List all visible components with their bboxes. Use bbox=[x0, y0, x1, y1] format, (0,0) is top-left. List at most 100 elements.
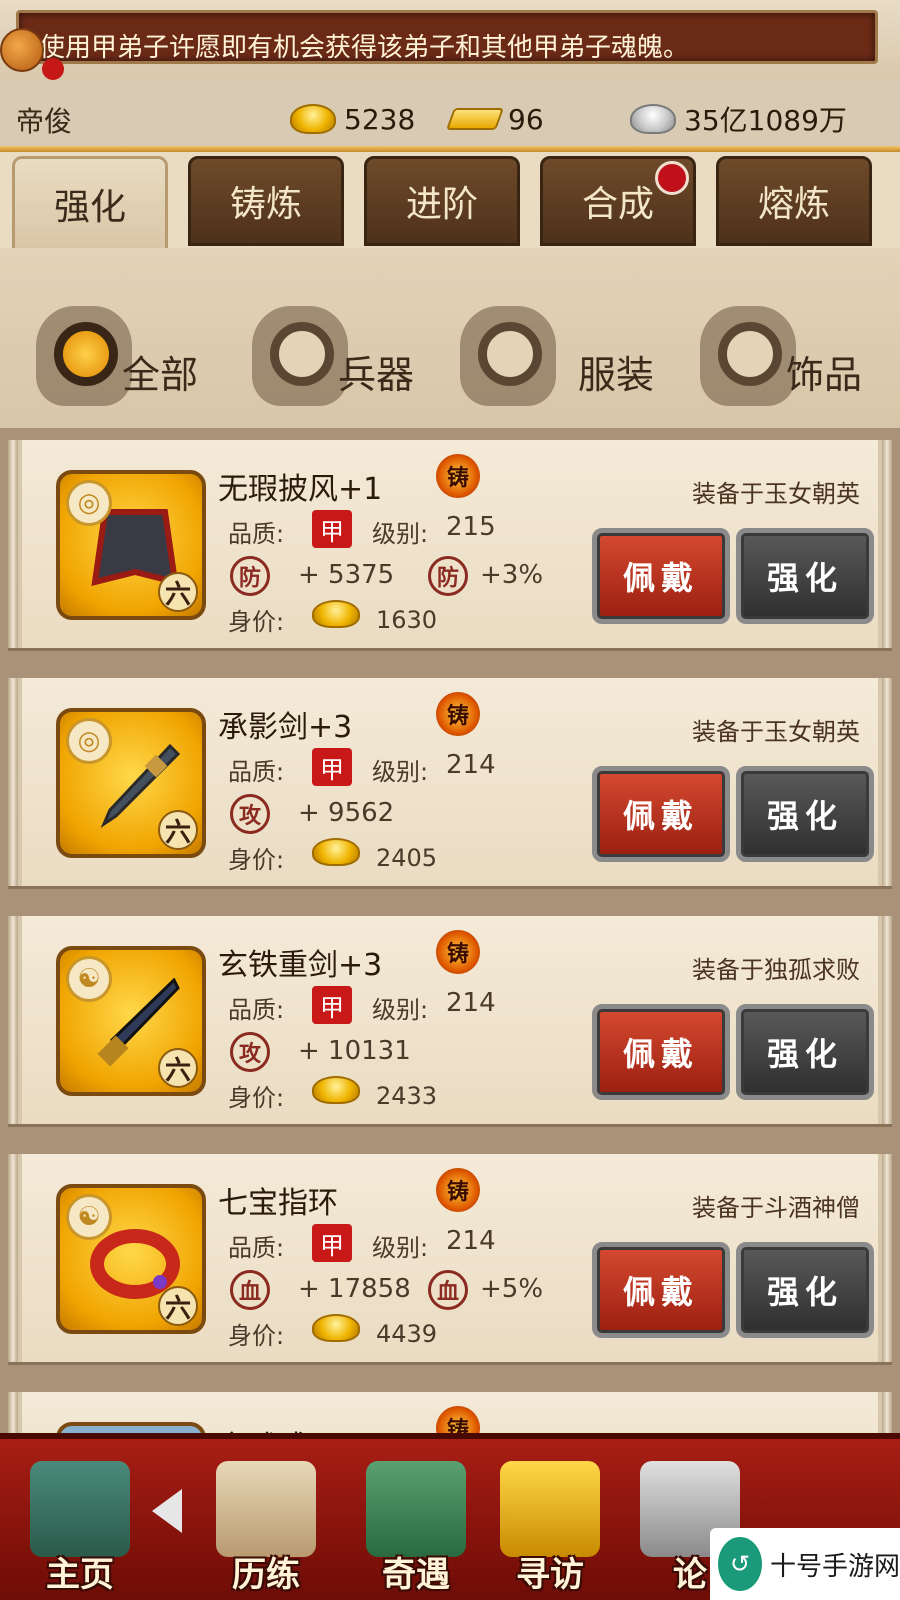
price-value: 1630 bbox=[376, 606, 438, 634]
equipment-card: ☯ 六 玄铁重剑+3 铸 装备于独孤求败 品质: 甲 级别: 214 攻 + 1… bbox=[8, 916, 892, 1124]
nav-label: 历练 bbox=[232, 1555, 300, 1595]
nav-label: 奇遇 bbox=[382, 1555, 450, 1595]
price-value: 2405 bbox=[376, 844, 438, 872]
quality-label: 品质: bbox=[228, 1234, 285, 1262]
defense-icon: 防 bbox=[428, 556, 468, 596]
category-weapon[interactable]: 兵器 bbox=[252, 298, 432, 408]
stat-value: + 10131 bbox=[298, 1036, 411, 1066]
category-accessory[interactable]: 饰品 bbox=[700, 298, 890, 408]
tab-advance[interactable]: 进阶 bbox=[364, 156, 520, 246]
level-value: 215 bbox=[446, 512, 496, 542]
gold-ingot-icon bbox=[312, 600, 360, 628]
category-label: 服装 bbox=[578, 353, 655, 397]
forge-flame-icon: 铸 bbox=[436, 1406, 480, 1433]
stat-value: + 9562 bbox=[298, 798, 395, 828]
category-clothing[interactable]: 服装 bbox=[460, 298, 660, 408]
nav-visit[interactable]: 寻访 bbox=[480, 1461, 610, 1600]
notice-marquee: 使用甲弟子许愿即有机会获得该弟子和其他甲弟子魂魄。 bbox=[0, 0, 900, 80]
upgrade-button[interactable]: 强化 bbox=[736, 1004, 874, 1100]
tab-label: 强化 bbox=[53, 187, 126, 228]
watermark-text: 十号手游网 bbox=[769, 1551, 900, 1582]
arrow-left-icon[interactable] bbox=[152, 1489, 182, 1533]
palace-icon bbox=[30, 1461, 130, 1557]
scroll-icon bbox=[216, 1461, 316, 1557]
quality-label: 品质: bbox=[228, 758, 285, 786]
level-label: 级别: bbox=[372, 1234, 429, 1262]
stat-value: + 17858 bbox=[298, 1274, 411, 1304]
equipment-card: ◎ 六 承影剑+3 铸 装备于玉女朝英 品质: 甲 级别: 214 攻 + 95… bbox=[8, 678, 892, 886]
rank-badge: 六 bbox=[158, 1286, 198, 1326]
gold-ingot-value: 5238 bbox=[344, 102, 416, 136]
category-filter: 全部 兵器 服装 饰品 bbox=[0, 248, 900, 428]
equipment-list[interactable]: ◎ 六 无瑕披风+1 铸 装备于玉女朝英 品质: 甲 级别: 215 防 + 5… bbox=[0, 428, 900, 1433]
yin-yang-icon: ☯ bbox=[66, 956, 112, 1002]
level-value: 214 bbox=[446, 988, 496, 1018]
equipped-by: 装备于玉女朝英 bbox=[692, 480, 860, 508]
forge-flame-icon: 铸 bbox=[436, 930, 480, 974]
tab-strengthen[interactable]: 强化 bbox=[12, 156, 168, 252]
resource-bar: 帝俊 5238 96 35亿1089万 bbox=[0, 88, 900, 148]
selected-ring-icon bbox=[54, 322, 118, 386]
level-value: 214 bbox=[446, 750, 496, 780]
player-name: 帝俊 bbox=[16, 105, 73, 138]
nav-home[interactable]: 主页 bbox=[10, 1461, 140, 1600]
wear-button[interactable]: 佩戴 bbox=[592, 1242, 730, 1338]
quality-seal-icon: 甲 bbox=[312, 510, 352, 548]
red-dot-badge bbox=[655, 161, 689, 195]
price-label: 身价: bbox=[228, 1084, 285, 1112]
forge-flame-icon: 铸 bbox=[436, 692, 480, 736]
defense-icon: 防 bbox=[230, 556, 270, 596]
item-icon-frame[interactable] bbox=[56, 1422, 206, 1433]
equipment-card: ◎ 六 无瑕披风+1 铸 装备于玉女朝英 品质: 甲 级别: 215 防 + 5… bbox=[8, 440, 892, 648]
tab-forge[interactable]: 铸炼 bbox=[188, 156, 344, 246]
bonus-value: +5% bbox=[480, 1274, 544, 1304]
marquee-bar: 使用甲弟子许愿即有机会获得该弟子和其他甲弟子魂魄。 bbox=[16, 10, 878, 64]
rank-badge: 六 bbox=[158, 1048, 198, 1088]
equipped-by: 装备于独孤求败 bbox=[692, 956, 860, 984]
equipped-by: 装备于玉女朝英 bbox=[692, 718, 860, 746]
item-icon-frame[interactable]: ◎ 六 bbox=[56, 708, 206, 858]
wear-button[interactable]: 佩戴 bbox=[592, 766, 730, 862]
tab-bar: 强化 铸炼 进阶 合成 熔炼 bbox=[0, 152, 900, 252]
item-icon-frame[interactable]: ☯ 六 bbox=[56, 946, 206, 1096]
watermark: ↺ 十号手游网 bbox=[710, 1528, 900, 1600]
equipped-by: 装备于斗酒神僧 bbox=[692, 1194, 860, 1222]
tab-label: 铸炼 bbox=[229, 184, 302, 225]
upgrade-button[interactable]: 强化 bbox=[736, 528, 874, 624]
mountain-icon bbox=[366, 1461, 466, 1557]
silver-value: 35亿1089万 bbox=[684, 104, 847, 137]
item-name: 玄武戒 bbox=[218, 1422, 308, 1433]
category-label: 全部 bbox=[122, 353, 199, 397]
forge-flame-icon: 铸 bbox=[436, 1168, 480, 1212]
level-label: 级别: bbox=[372, 520, 429, 548]
item-icon-frame[interactable]: ☯ 六 bbox=[56, 1184, 206, 1334]
nav-encounter[interactable]: 奇遇 bbox=[346, 1461, 476, 1600]
item-name: 玄铁重剑+3 bbox=[218, 948, 383, 983]
quality-seal-icon: 甲 bbox=[312, 748, 352, 786]
nav-label: 主页 bbox=[46, 1555, 114, 1595]
upgrade-button[interactable]: 强化 bbox=[736, 766, 874, 862]
tab-smelt[interactable]: 熔炼 bbox=[716, 156, 872, 246]
fire-emblem-icon: ◎ bbox=[66, 480, 112, 526]
quality-seal-icon: 甲 bbox=[312, 986, 352, 1024]
category-all[interactable]: 全部 bbox=[36, 298, 236, 408]
item-name: 承影剑+3 bbox=[218, 710, 353, 745]
price-value: 4439 bbox=[376, 1320, 438, 1348]
equipment-card-partial: 玄武戒 铸 bbox=[8, 1392, 892, 1433]
fire-emblem-icon: ◎ bbox=[66, 718, 112, 764]
nav-training[interactable]: 历练 bbox=[196, 1461, 326, 1600]
item-icon-frame[interactable]: ◎ 六 bbox=[56, 470, 206, 620]
category-label: 饰品 bbox=[786, 353, 863, 397]
price-label: 身价: bbox=[228, 608, 285, 636]
stat-value: + 5375 bbox=[298, 560, 395, 590]
level-value: 214 bbox=[446, 1226, 496, 1256]
marquee-text: 使用甲弟子许愿即有机会获得该弟子和其他甲弟子魂魄。 bbox=[39, 33, 690, 63]
wear-button[interactable]: 佩戴 bbox=[592, 1004, 730, 1100]
tab-synthesize[interactable]: 合成 bbox=[540, 156, 696, 246]
gold-ingot-counter: 5238 bbox=[290, 96, 415, 142]
attack-icon: 攻 bbox=[230, 794, 270, 834]
upgrade-button[interactable]: 强化 bbox=[736, 1242, 874, 1338]
avatar-icon[interactable] bbox=[0, 28, 44, 72]
ring-icon bbox=[270, 322, 334, 386]
wear-button[interactable]: 佩戴 bbox=[592, 528, 730, 624]
